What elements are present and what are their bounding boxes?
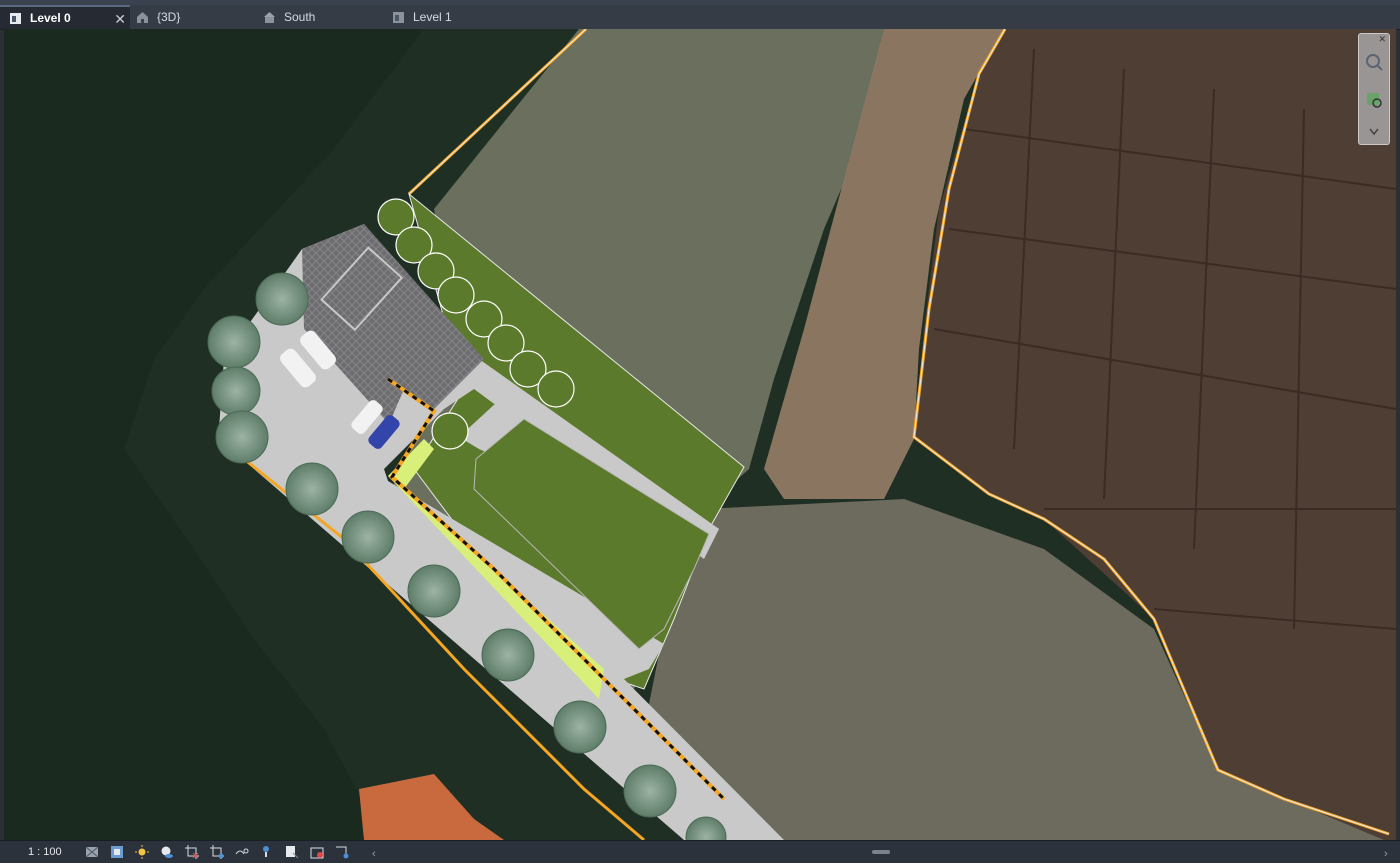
reveal-hidden-icon[interactable] (260, 845, 274, 859)
tree-symbol (437, 276, 475, 314)
chevron-down-icon[interactable] (1364, 126, 1384, 138)
palm-tree (255, 272, 309, 326)
view-scale[interactable]: 1 : 100 (28, 846, 80, 858)
palm-tree (285, 462, 339, 516)
navbar-close-icon[interactable]: ✕ (1378, 34, 1386, 45)
crop-view-icon[interactable] (185, 845, 199, 859)
tab-label: Level 0 (30, 11, 71, 25)
tab-label: Level 1 (413, 10, 452, 24)
scroll-right-icon[interactable]: › (1384, 848, 1388, 860)
floor-plan-icon (393, 11, 404, 23)
visual-style-icon[interactable] (110, 845, 124, 859)
tab-label: {3D} (157, 10, 181, 24)
palm-tree (211, 366, 261, 416)
tree-symbol (537, 370, 575, 408)
highlight-boundaries-icon[interactable] (335, 845, 349, 859)
navigation-bar: ✕ (1358, 33, 1390, 145)
palm-tree (207, 315, 261, 369)
horizontal-scrollbar[interactable]: ‹ › (372, 845, 1388, 860)
drawing-canvas[interactable]: ✕ (4, 29, 1396, 840)
worksharing-icon[interactable] (285, 845, 299, 859)
palm-tree (623, 764, 677, 818)
tab-south[interactable]: South (263, 5, 383, 29)
show-crop-region-icon[interactable] (210, 845, 224, 859)
elevation-icon (264, 11, 275, 23)
detail-level-icon[interactable] (85, 845, 99, 859)
analytical-model-icon[interactable] (310, 845, 324, 859)
tree-symbol (431, 412, 469, 450)
site-plan-drawing (4, 29, 1396, 840)
floor-plan-icon (10, 12, 21, 24)
tab-3d[interactable]: {3D} (136, 5, 256, 29)
tab-level-0[interactable]: Level 0 ✕ (0, 5, 130, 29)
scroll-left-icon[interactable]: ‹ (372, 848, 376, 860)
close-tab-icon[interactable]: ✕ (114, 11, 126, 28)
view-control-bar: 1 : 100 ‹ › (0, 840, 1400, 863)
palm-tree (407, 564, 461, 618)
orbit-icon[interactable] (1364, 52, 1384, 72)
sun-path-icon[interactable] (135, 845, 149, 859)
palm-tree (341, 510, 395, 564)
house-3d-icon (137, 11, 148, 23)
view-tab-bar: Level 0 ✕ {3D} South Level 1 (0, 5, 1400, 30)
scrollbar-thumb[interactable] (872, 850, 890, 854)
shadows-icon[interactable] (160, 845, 174, 859)
tab-label: South (284, 10, 316, 24)
palm-tree (215, 410, 269, 464)
tab-level-1[interactable]: Level 1 (392, 5, 512, 29)
temporary-hide-icon[interactable] (235, 845, 249, 859)
palm-tree (553, 700, 607, 754)
zoom-region-icon[interactable] (1364, 90, 1384, 110)
palm-tree (481, 628, 535, 682)
